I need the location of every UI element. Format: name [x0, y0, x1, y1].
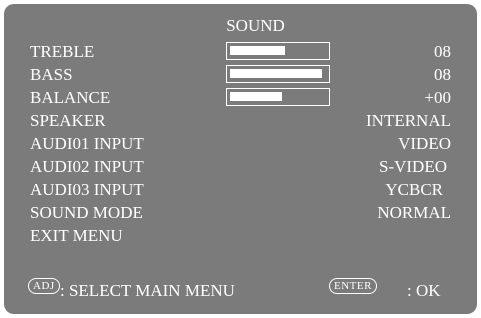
bass-value: 08: [434, 65, 451, 84]
balance-level-fill: [230, 92, 282, 101]
treble-value: 08: [434, 42, 451, 61]
menu-item-exit-menu[interactable]: EXIT MENU: [4, 225, 477, 247]
audio2-input-value: S-VIDEO: [379, 157, 447, 176]
osd-panel: SOUND TREBLE 08 BASS 08 BALANCE +00 SPEA…: [4, 4, 477, 314]
adj-key-icon: ADJ: [28, 278, 60, 294]
balance-value: +00: [424, 88, 451, 107]
menu-item-audio1-input[interactable]: AUDI01 INPUT VIDEO: [4, 133, 477, 155]
menu-item-balance[interactable]: BALANCE +00: [4, 87, 477, 109]
balance-level-bar[interactable]: [226, 88, 330, 106]
adj-hint-text: : SELECT MAIN MENU: [60, 281, 235, 300]
audio2-input-label: AUDI02 INPUT: [30, 157, 144, 176]
menu-item-speaker[interactable]: SPEAKER INTERNAL: [4, 110, 477, 132]
treble-level-fill: [230, 46, 285, 55]
bass-level-fill: [230, 69, 322, 78]
menu-item-treble[interactable]: TREBLE 08: [4, 41, 477, 63]
audio3-input-value: YCBCR: [385, 180, 443, 199]
balance-label: BALANCE: [30, 88, 111, 107]
menu-item-bass[interactable]: BASS 08: [4, 64, 477, 86]
bass-level-bar[interactable]: [226, 65, 330, 83]
menu-item-sound-mode[interactable]: SOUND MODE NORMAL: [4, 202, 477, 224]
key-hint-bar: ADJ : SELECT MAIN MENU ENTER : OK: [4, 278, 477, 304]
speaker-label: SPEAKER: [30, 111, 106, 130]
treble-label: TREBLE: [30, 42, 95, 61]
audio3-input-label: AUDI03 INPUT: [30, 180, 144, 199]
menu-item-audio2-input[interactable]: AUDI02 INPUT S-VIDEO: [4, 156, 477, 178]
speaker-value: INTERNAL: [366, 111, 451, 130]
audio1-input-label: AUDI01 INPUT: [30, 134, 144, 153]
audio1-input-value: VIDEO: [398, 134, 451, 153]
menu-title: SOUND: [226, 16, 285, 35]
sound-mode-label: SOUND MODE: [30, 203, 143, 222]
exit-menu-label: EXIT MENU: [30, 226, 123, 245]
treble-level-bar[interactable]: [226, 42, 330, 60]
sound-mode-value: NORMAL: [377, 203, 451, 222]
enter-key-icon: ENTER: [329, 278, 377, 294]
bass-label: BASS: [30, 65, 73, 84]
menu-item-audio3-input[interactable]: AUDI03 INPUT YCBCR: [4, 179, 477, 201]
enter-hint-text: : OK: [407, 281, 441, 300]
